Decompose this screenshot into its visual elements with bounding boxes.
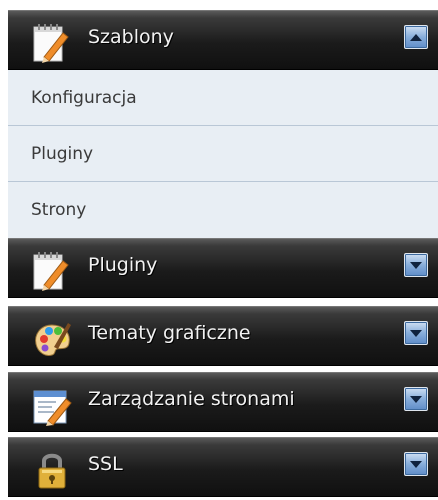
palette-icon xyxy=(30,317,74,361)
section-header-ssl[interactable]: SSL xyxy=(8,437,438,497)
submenu-item-pluginy[interactable]: Pluginy xyxy=(8,126,438,182)
section-title: SSL xyxy=(88,453,123,475)
section-title: Pluginy xyxy=(88,254,158,276)
expand-toggle-button[interactable] xyxy=(404,321,428,345)
padlock-icon xyxy=(30,448,74,492)
section-title: Tematy graficzne xyxy=(88,322,251,344)
notepad-pencil-icon xyxy=(30,21,74,65)
section-header-pluginy[interactable]: Pluginy xyxy=(8,238,438,298)
section-header-szablony[interactable]: Szablony xyxy=(8,10,438,70)
chevron-down-icon xyxy=(410,262,422,269)
chevron-down-icon xyxy=(410,461,422,468)
section-title: Zarządzanie stronami xyxy=(88,388,295,410)
submenu-szablony: Konfiguracja Pluginy Strony xyxy=(8,70,438,238)
expand-toggle-button[interactable] xyxy=(404,253,428,277)
chevron-down-icon xyxy=(410,396,422,403)
expand-toggle-button[interactable] xyxy=(404,387,428,411)
page-edit-icon xyxy=(30,383,74,427)
submenu-item-strony[interactable]: Strony xyxy=(8,182,438,238)
section-title: Szablony xyxy=(88,26,174,48)
section-header-tematy-graficzne[interactable]: Tematy graficzne xyxy=(8,306,438,366)
section-header-zarzadzanie-stronami[interactable]: Zarządzanie stronami xyxy=(8,372,438,432)
expand-toggle-button[interactable] xyxy=(404,452,428,476)
collapse-toggle-button[interactable] xyxy=(404,25,428,49)
chevron-up-icon xyxy=(410,34,422,41)
submenu-item-konfiguracja[interactable]: Konfiguracja xyxy=(8,70,438,126)
accordion-menu: Szablony Konfiguracja Pluginy Strony Plu… xyxy=(0,0,438,500)
notepad-pencil-icon xyxy=(30,249,74,293)
chevron-down-icon xyxy=(410,330,422,337)
